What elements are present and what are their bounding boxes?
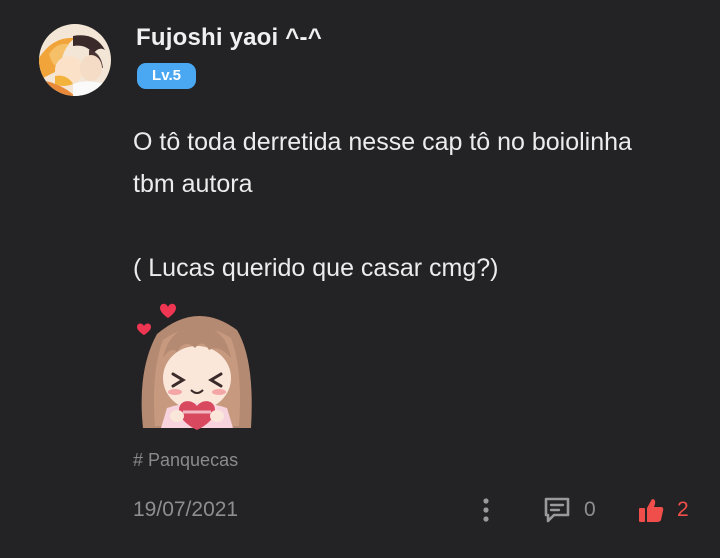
thumbs-up-icon: [639, 499, 664, 522]
avatar[interactable]: [39, 24, 111, 96]
comment-count: 0: [584, 498, 596, 521]
more-options-button[interactable]: [474, 494, 498, 526]
author-name[interactable]: Fujoshi yaoi ^-^: [136, 24, 322, 52]
comment-icon: [544, 497, 570, 523]
comment-button[interactable]: 0: [542, 494, 596, 526]
comment-line: O tô toda derretida nesse cap tô no boio…: [133, 128, 632, 156]
comment-line: ( Lucas querido que casar cmg?): [133, 254, 499, 282]
avatar-image: [39, 24, 111, 96]
topic-tag[interactable]: # Panquecas: [133, 450, 238, 471]
comment-line: tbm autora: [133, 170, 253, 198]
heart-icon: [137, 323, 151, 335]
vertical-dots-icon: [483, 498, 489, 522]
heart-icon: [160, 303, 176, 318]
comment-card: Fujoshi yaoi ^-^ Lv.5 O tô toda derretid…: [0, 0, 720, 558]
like-count: 2: [677, 498, 689, 521]
level-badge: Lv.5: [137, 63, 196, 89]
sticker-image: [133, 300, 261, 432]
post-date: 19/07/2021: [133, 498, 239, 521]
like-button[interactable]: 2: [637, 494, 689, 526]
comment-body: O tô toda derretida nesse cap tô no boio…: [133, 121, 703, 289]
